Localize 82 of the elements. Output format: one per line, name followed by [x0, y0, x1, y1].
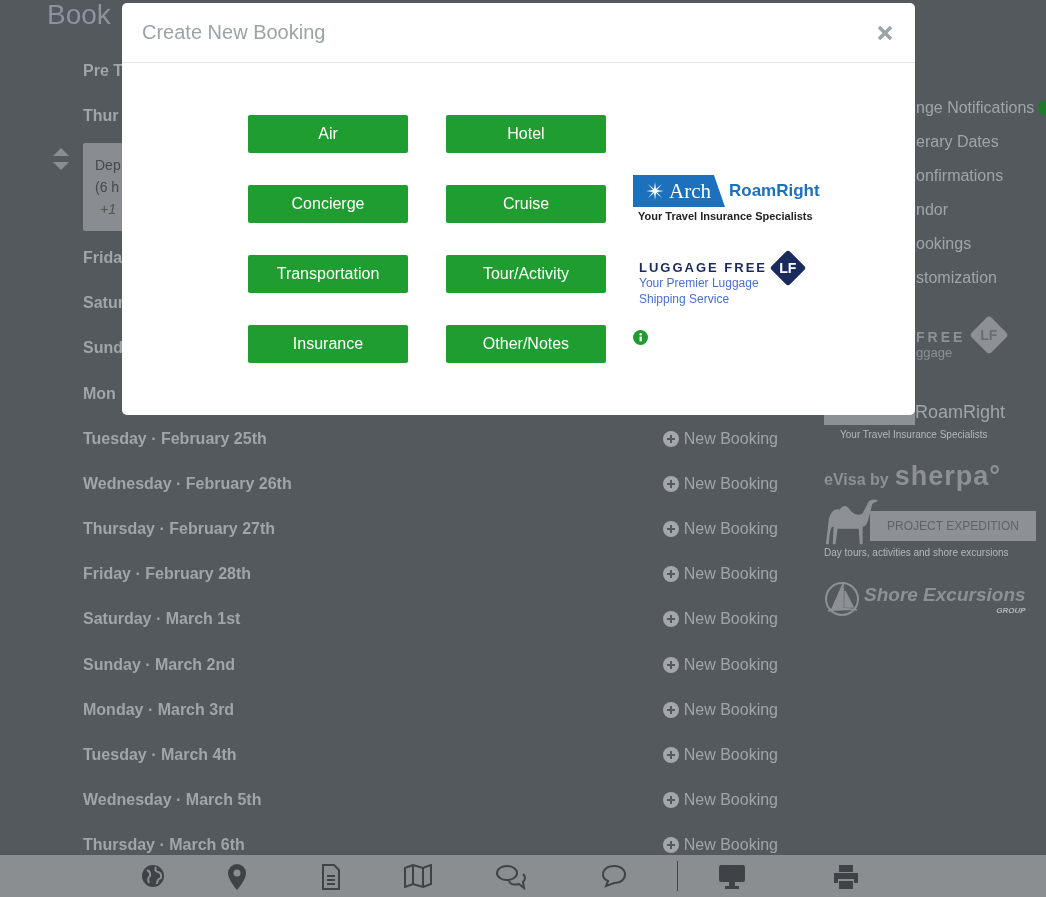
logo-wordmark: sherpa°: [894, 461, 1001, 492]
card-text: (6 h: [95, 177, 121, 197]
day-heading: Friday · February 28th: [83, 565, 252, 584]
logo-wordmark: LUGGAGE FREE: [639, 260, 768, 275]
day-heading: Saturday · March 1st: [83, 610, 241, 629]
new-booking-link[interactable]: New Booking: [662, 655, 778, 674]
day-heading: Sund: [83, 339, 123, 358]
map-pin-icon[interactable]: [227, 864, 247, 890]
day-heading: Wednesday · March 5th: [83, 791, 262, 810]
new-booking-link[interactable]: New Booking: [662, 565, 778, 584]
new-booking-link[interactable]: New Booking: [662, 429, 778, 448]
plus-circle-icon: [662, 521, 679, 538]
new-booking-link[interactable]: New Booking: [662, 700, 778, 719]
chat-bubbles-icon[interactable]: [495, 864, 527, 890]
day-heading: Satur: [83, 294, 124, 313]
chat-bubble-icon[interactable]: [601, 864, 627, 888]
star-icon: [645, 181, 665, 201]
plus-circle-icon: [662, 430, 679, 447]
page-title: Book: [47, 0, 111, 30]
day-heading: Monday · March 3rd: [83, 700, 235, 719]
new-booking-link[interactable]: New Booking: [662, 474, 778, 493]
plus-circle-icon: [662, 611, 679, 628]
day-heading: Thursday · February 27th: [83, 520, 276, 539]
booking-type-button[interactable]: Transportation: [248, 255, 408, 293]
day-heading: Thur: [83, 106, 119, 125]
plus-circle-icon: [662, 656, 679, 673]
day-heading: Sunday · March 2nd: [83, 655, 236, 674]
booking-type-button[interactable]: Hotel: [446, 115, 606, 153]
logo-wordmark: Shore Excursions: [864, 583, 1026, 606]
plus-circle-icon: [662, 747, 679, 764]
day-heading: Mon: [83, 384, 116, 403]
sort-icon[interactable]: [53, 148, 69, 171]
logo-tagline: Day tours, activities and shore excursions: [824, 547, 1010, 558]
new-booking-link[interactable]: New Booking: [662, 791, 778, 810]
booking-type-button[interactable]: Air: [248, 115, 408, 153]
sidebar-item[interactable]: ndor: [916, 201, 949, 219]
printer-icon[interactable]: [833, 864, 859, 890]
sidebar-item[interactable]: erary Dates: [916, 133, 999, 151]
new-booking-link[interactable]: New Booking: [662, 746, 778, 765]
logo-block: Arch: [633, 175, 725, 207]
sidebar-item[interactable]: ookings: [916, 235, 972, 253]
sidebar-item[interactable]: stomization: [916, 269, 997, 287]
plus-circle-icon: [662, 792, 679, 809]
new-booking-link[interactable]: New Booking: [662, 520, 778, 539]
logo-wordmark: eVisa by: [824, 471, 889, 489]
logo-wordmark: FREE: [916, 329, 966, 345]
logo-wordmark: RoamRight: [729, 181, 820, 201]
card-text: +1: [99, 199, 117, 219]
day-heading: Tuesday · March 4th: [83, 746, 237, 765]
logo-tagline: Your Travel Insurance Specialists: [839, 429, 988, 440]
booking-type-button[interactable]: Other/Notes: [446, 325, 606, 363]
monitor-icon[interactable]: [718, 864, 746, 890]
sailboat-icon: [824, 581, 860, 617]
day-heading: Frida: [83, 248, 123, 267]
day-heading: Tuesday · February 25th: [83, 429, 267, 448]
close-icon[interactable]: [877, 24, 893, 41]
new-booking-link[interactable]: New Booking: [662, 836, 778, 855]
dialog-title: Create New Booking: [142, 21, 326, 44]
sidebar-item[interactable]: onfirmations: [916, 167, 1004, 185]
logo-tagline: Your Premier Luggage Shipping Service: [639, 275, 760, 307]
day-heading: Wednesday · February 26th: [83, 474, 292, 493]
booking-type-button[interactable]: Insurance: [248, 325, 408, 363]
day-heading: Thursday · March 6th: [83, 836, 245, 855]
plus-circle-icon: [662, 701, 679, 718]
booking-type-button[interactable]: Concierge: [248, 185, 408, 223]
card-text: Dep: [95, 155, 122, 175]
logo-tagline: ggage: [916, 345, 954, 360]
sidebar-item[interactable]: nge Notifications: [916, 99, 1035, 117]
info-icon[interactable]: [633, 330, 648, 345]
booking-type-button[interactable]: Cruise: [446, 185, 606, 223]
booking-type-button[interactable]: Tour/Activity: [446, 255, 606, 293]
globe-icon[interactable]: [141, 864, 165, 888]
plus-circle-icon: [662, 475, 679, 492]
new-booking-link[interactable]: New Booking: [662, 610, 778, 629]
document-icon[interactable]: [321, 864, 341, 890]
logo-tagline: GROUP: [996, 605, 1026, 615]
logo-wordmark: RoamRight: [915, 401, 1006, 423]
lf-badge-icon: LF: [769, 249, 807, 287]
map-icon[interactable]: [404, 864, 432, 888]
plus-circle-icon: [662, 837, 679, 854]
plus-circle-icon: [662, 566, 679, 583]
logo-tagline: Your Travel Insurance Specialists: [637, 210, 814, 222]
